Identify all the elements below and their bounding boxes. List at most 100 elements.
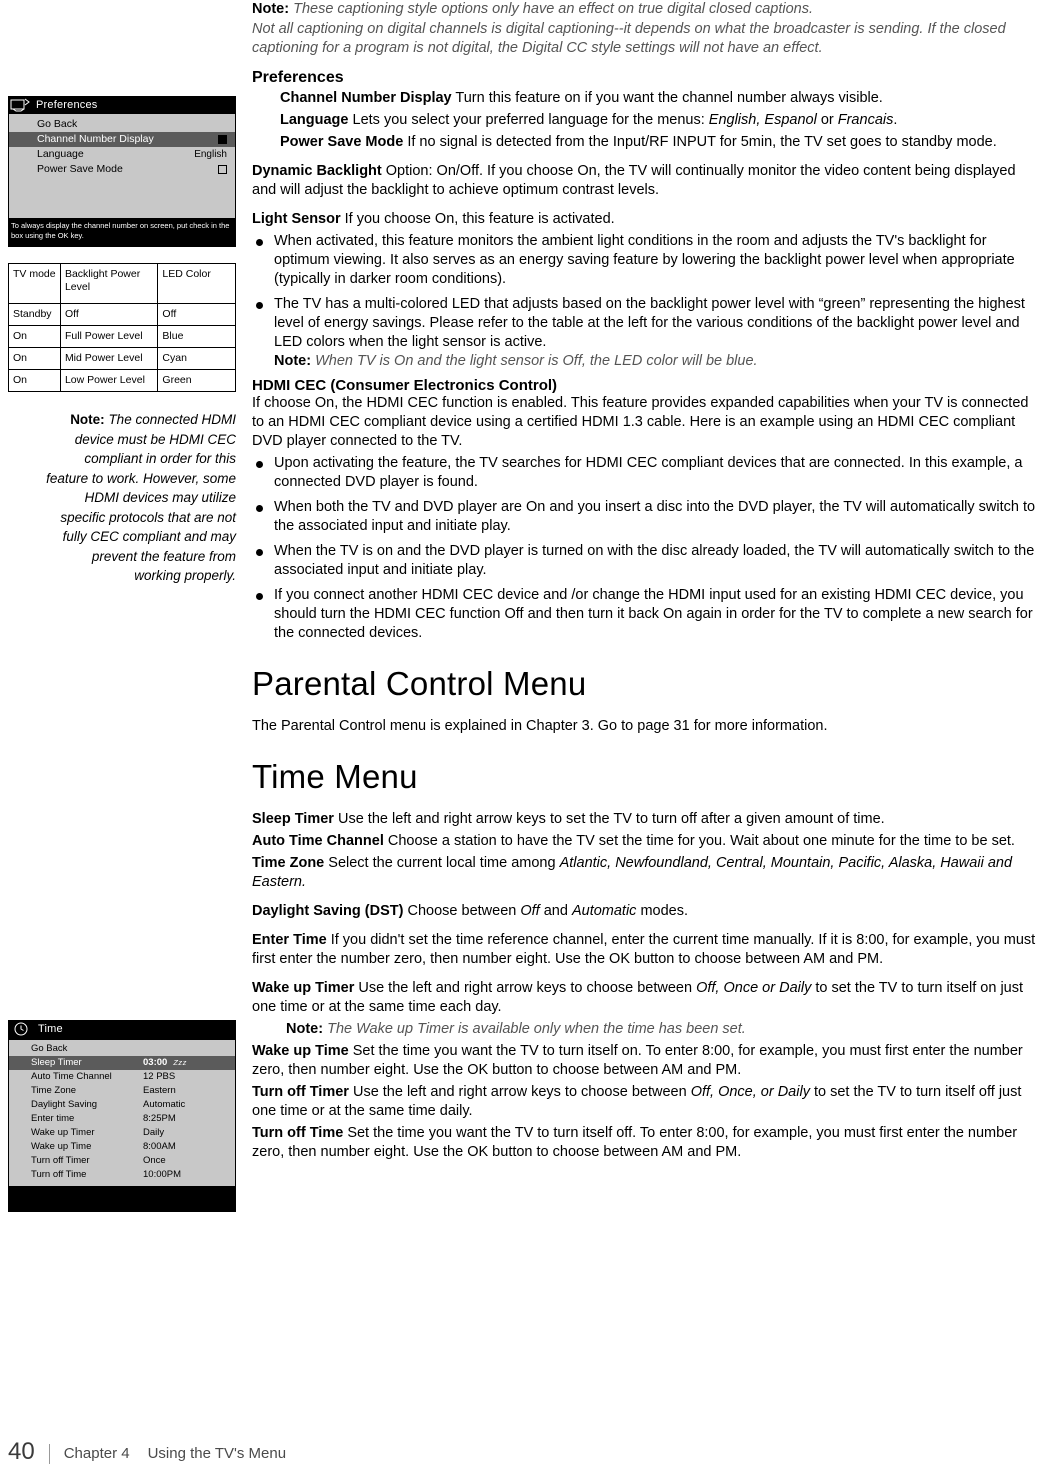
pref-channel-number-display: Channel Number Display Turn this feature… [280,89,1042,108]
note-line-1: These captioning style options only have… [289,1,813,17]
table-row: On Mid Power Level Cyan [8,347,236,370]
term: Light Sensor [252,210,341,227]
table-cell: On [8,369,61,392]
table-cell: Green [157,369,236,392]
sidebar-note-text: The connected HDMI device must be HDMI C… [46,412,236,583]
led-color-table: TV mode Backlight Power Level LED Color … [8,263,236,392]
manual-page: Preferences Go Back Channel Number Displ… [0,0,1047,1476]
hdmi-cec-intro: If choose On, the HDMI CEC function is e… [252,394,1029,449]
time-osd-item-label: Daylight Saving [31,1099,98,1110]
sleep-zzz-icon: Zzz [173,1058,187,1067]
table-cell: Mid Power Level [59,347,159,370]
desc: Set the time you want the TV to turn its… [252,1042,1023,1078]
desc-italic: English, Espanol [708,111,817,128]
time-osd-item-turn-off-time[interactable]: Turn off Time 10:00PM [9,1168,235,1182]
hdmi-cec-heading: HDMI CEC (Consumer Electronics Control) [252,376,558,394]
table-row: Standby Off Off [8,303,236,326]
time-osd-item-value: Automatic [143,1099,186,1110]
osd-item-channel-number-display[interactable]: Channel Number Display [9,132,235,147]
term: Sleep Timer [252,810,334,827]
page-footer: 40 Chapter 4 Using the TV's Menu [8,1440,1038,1464]
term: Power Save Mode [280,133,404,150]
bullet-text: Upon activating the feature, the TV sear… [274,454,1023,490]
osd-item-language[interactable]: Language English [9,147,235,162]
list-item: Upon activating the feature, the TV sear… [252,454,1042,492]
table-cell: Off [157,303,236,326]
desc-italic: Off, Once, or Daily [690,1083,810,1100]
time-osd-item-value: 10:00PM [143,1169,182,1180]
time-turn-off-time: Turn off Time Set the time you want the … [252,1124,1042,1162]
time-osd-item-daylight-saving[interactable]: Daylight Saving Automatic [9,1098,235,1112]
time-osd: Time Go Back Sleep Timer 03:00 Zzz Auto … [8,1020,236,1212]
desc-italic: Off, Once or Daily [696,979,812,996]
preferences-osd-help-text: To always display the channel number on … [8,218,236,245]
osd-item-power-save-mode[interactable]: Power Save Mode [9,162,235,177]
pref-power-save-mode: Power Save Mode If no signal is detected… [280,133,1042,152]
time-osd-item-label: Go Back [31,1043,68,1054]
osd-item-label: Language [37,148,84,160]
time-menu-heading: Time Menu [252,757,418,795]
desc-mid: and [539,902,572,919]
list-item: When both the TV and DVD player are On a… [252,498,1042,536]
bullet-text: When the TV is on and the DVD player is … [274,542,1035,578]
term: Turn off Time [252,1124,344,1141]
main-content: Note: These captioning style options onl… [252,0,1042,1165]
wake-up-timer-note: Note: The Wake up Timer is available onl… [286,1020,1042,1039]
time-osd-item-wake-up-timer[interactable]: Wake up Timer Daily [9,1126,235,1140]
time-osd-item-enter-time[interactable]: Enter time 8:25PM [9,1112,235,1126]
desc-italic: Off [520,902,540,919]
pref-language: Language Lets you select your preferred … [280,111,1042,130]
time-time-zone: Time Zone Select the current local time … [252,854,1042,892]
osd-item-label: Go Back [37,118,78,130]
footer-breadcrumb: Chapter 4 Using the TV's Menu [48,1444,286,1464]
table-cell: Low Power Level [59,369,159,392]
preferences-osd-title: Preferences [36,99,98,111]
term: Dynamic Backlight [252,162,382,179]
parental-control-heading: Parental Control Menu [252,664,587,702]
hdmi-cec-bullets: Upon activating the feature, the TV sear… [252,454,1042,643]
clock-icon [12,1022,32,1036]
term: Channel Number Display [280,89,452,106]
time-osd-item-wake-up-time[interactable]: Wake up Time 8:00AM [9,1140,235,1154]
desc-pre: Select the current local time among [324,854,560,871]
preferences-osd-menu: Go Back Channel Number Display Language … [9,114,235,218]
time-osd-item-auto-time-channel[interactable]: Auto Time Channel 12 PBS [9,1070,235,1084]
captioning-note: Note: These captioning style options onl… [252,0,1042,59]
time-osd-item-go-back[interactable]: Go Back [9,1042,235,1056]
time-auto-time-channel: Auto Time Channel Choose a station to ha… [252,832,1042,851]
term: Auto Time Channel [252,832,384,849]
page-number: 40 [8,1438,35,1465]
list-item: The TV has a multi-colored LED that adju… [252,295,1042,371]
time-osd-item-value: 8:00AM [143,1141,176,1152]
desc-mid: or [816,111,838,128]
desc: If no signal is detected from the Input/… [403,133,997,150]
table-cell: Off [59,303,159,326]
time-osd-item-value: Daily [143,1127,165,1138]
osd-item-go-back[interactable]: Go Back [9,117,235,132]
time-osd-item-sleep-timer[interactable]: Sleep Timer 03:00 Zzz [9,1056,235,1070]
term: Enter Time [252,931,327,948]
time-osd-item-value: 8:25PM [143,1113,176,1124]
left-sidebar: Preferences Go Back Channel Number Displ… [8,96,236,586]
osd-item-label: Channel Number Display [37,133,154,145]
list-item: When activated, this feature monitors th… [252,232,1042,289]
term: Turn off Timer [252,1083,349,1100]
desc-pre: Use the left and right arrow keys to cho… [354,979,697,996]
footer-chapter: Chapter 4 [63,1445,130,1462]
time-wake-up-timer: Wake up Timer Use the left and right arr… [252,979,1042,1017]
time-sleep-timer: Sleep Timer Use the left and right arrow… [252,810,1042,829]
time-osd-item-label: Auto Time Channel [31,1071,112,1082]
note-text: When TV is On and the light sensor is Of… [311,352,758,369]
table-cell: On [8,325,61,348]
term: Wake up Time [252,1042,349,1059]
table-cell: On [8,347,61,370]
time-osd-item-time-zone[interactable]: Time Zone Eastern [9,1084,235,1098]
checkbox-empty-icon[interactable] [218,165,227,174]
desc-post: . [893,111,898,128]
table-header-backlight-power-level: Backlight Power Level [59,263,159,304]
time-osd-item-turn-off-timer[interactable]: Turn off Timer Once [9,1154,235,1168]
desc: Choose a station to have the TV set the … [383,832,1015,849]
osd-item-label: Power Save Mode [37,163,123,175]
bullet-text: The TV has a multi-colored LED that adju… [274,295,1025,350]
checkbox-checked-icon[interactable] [218,135,227,144]
